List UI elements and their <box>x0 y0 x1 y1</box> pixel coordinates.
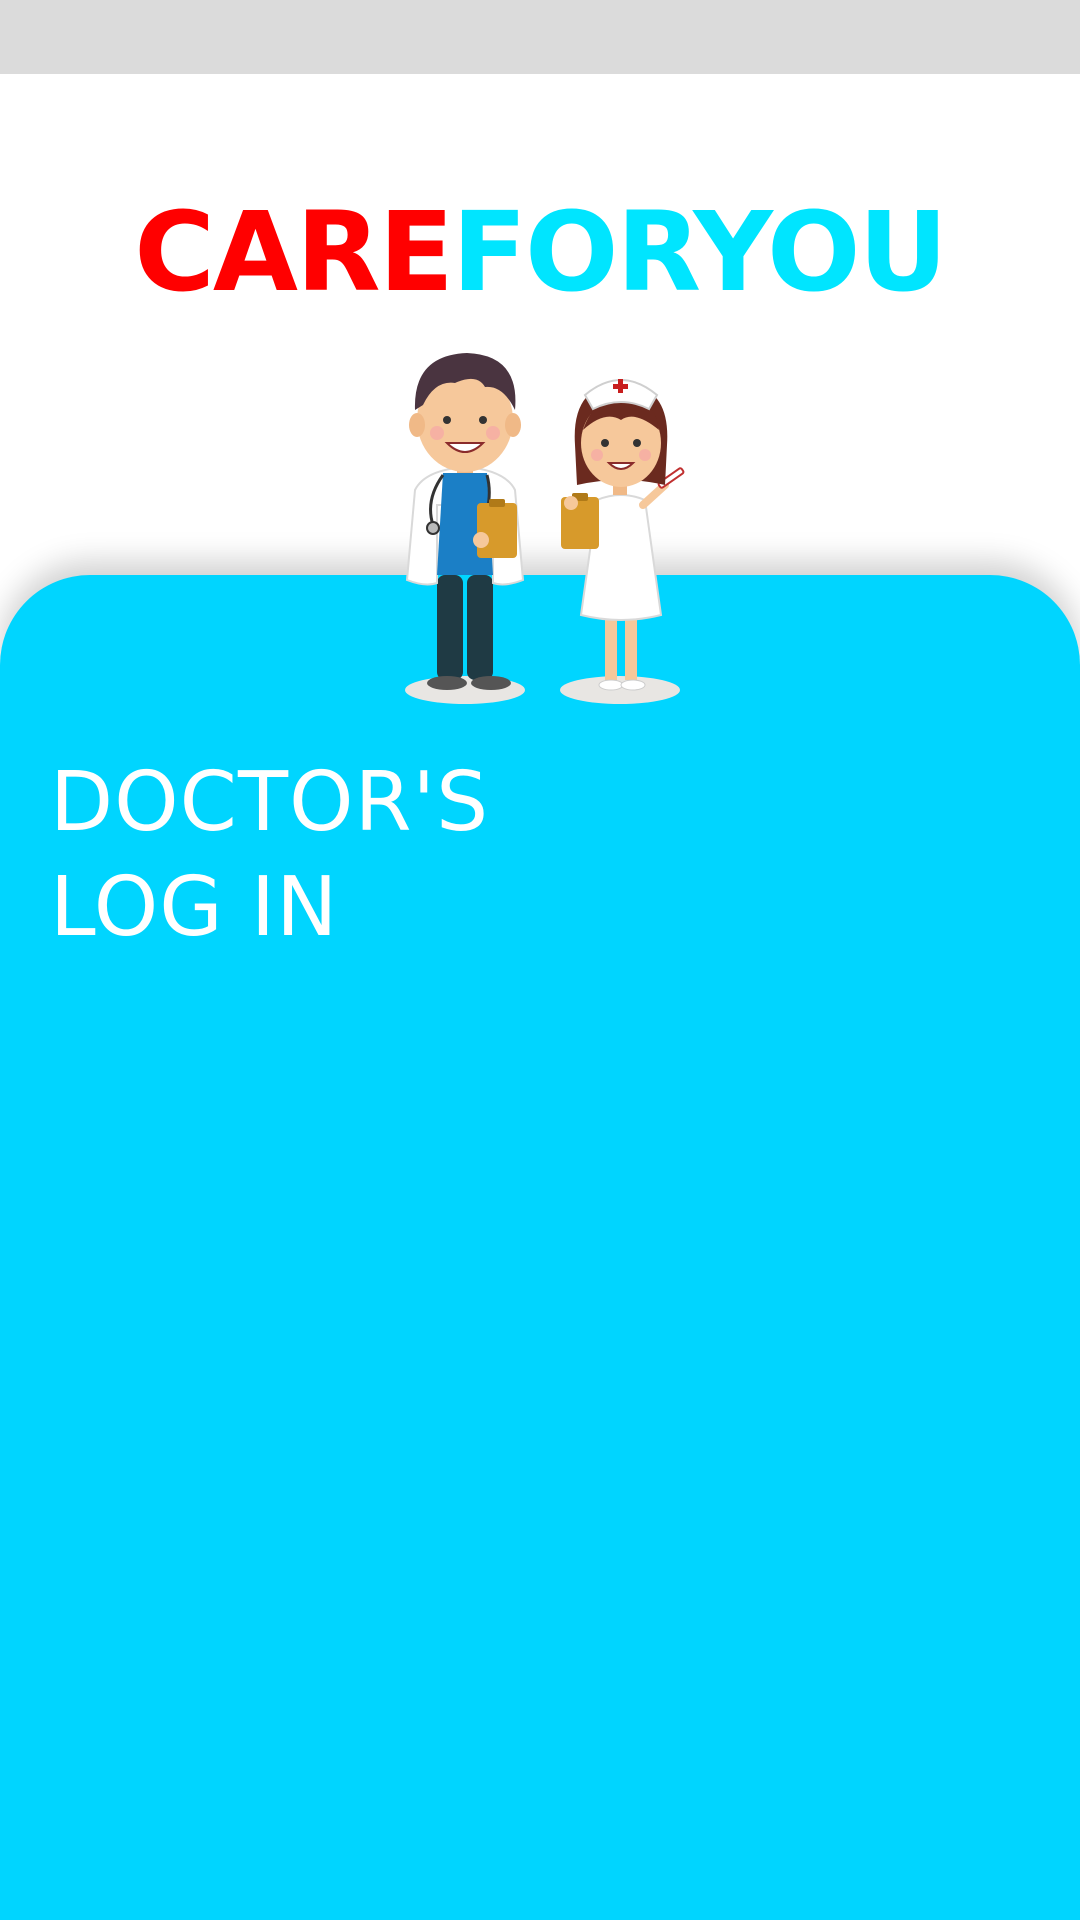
title-line-2: LOG IN <box>50 860 339 955</box>
status-bar <box>0 0 1080 74</box>
doctor-login-title: DOCTOR'S LOG IN <box>50 750 489 960</box>
logo-care-text: CARE <box>134 188 454 316</box>
doctor-and-nurse-icon <box>405 353 685 704</box>
app-logo: CAREFORYOU <box>0 192 1080 312</box>
logo-foryou-text: FORYOU <box>451 188 948 316</box>
title-line-1: DOCTOR'S <box>50 755 490 850</box>
doctor-login-screen: CAREFORYOU DOCTOR'S LOG IN <box>0 0 1080 1920</box>
